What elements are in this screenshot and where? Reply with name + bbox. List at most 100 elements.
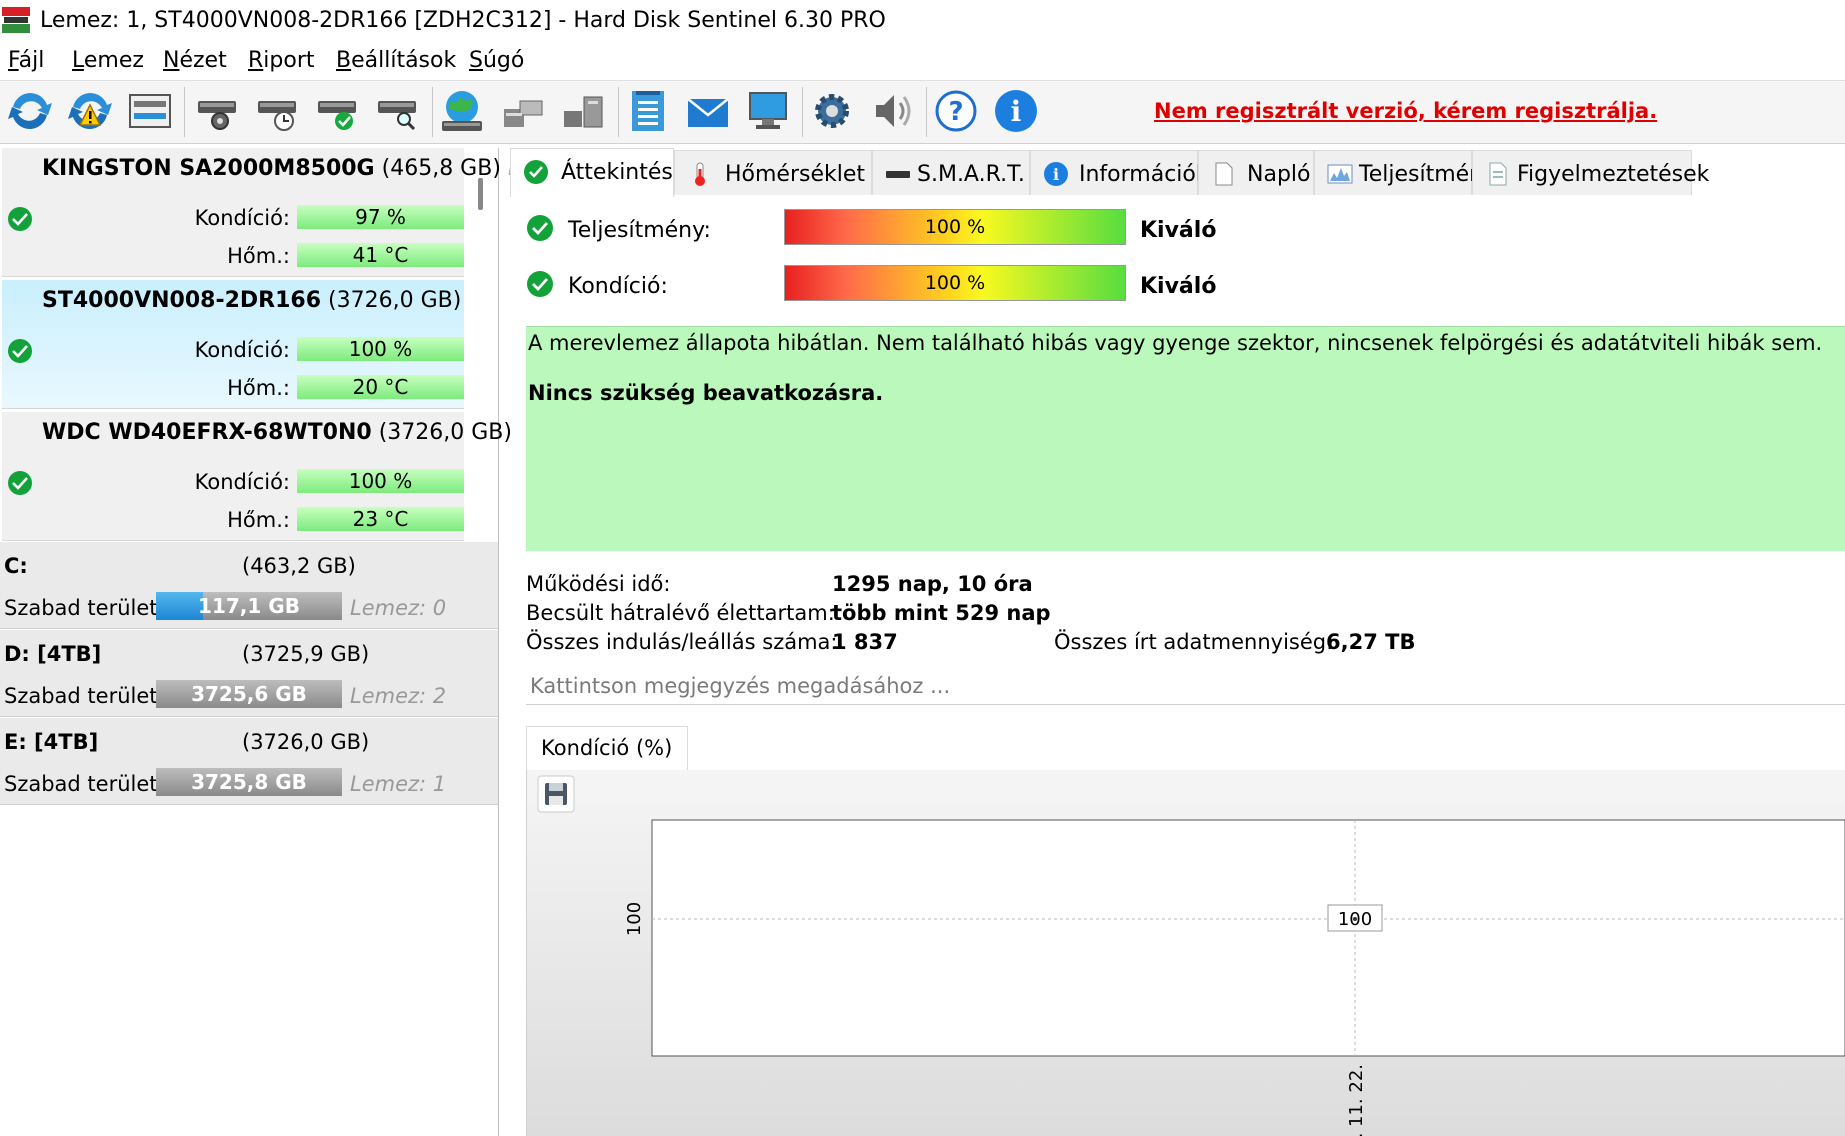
drive-icon bbox=[886, 171, 910, 178]
disk-size: (465,8 GB) bbox=[381, 156, 501, 181]
plot-area bbox=[651, 819, 1845, 1057]
tab-label: Áttekintés bbox=[561, 160, 673, 185]
tab-bar: Áttekintés Hőmérséklet S.M.A.R.T. i Info… bbox=[510, 148, 1845, 197]
menu-file[interactable]: Fájl bbox=[8, 48, 44, 73]
volume-item[interactable]: C: (463,2 GB) Szabad terület 117,1 GB Lemez:… bbox=[0, 542, 498, 629]
volume-size: (463,2 GB) bbox=[242, 554, 356, 578]
help-icon[interactable]: ? bbox=[932, 87, 980, 135]
tab-information[interactable]: i Információk bbox=[1030, 150, 1209, 195]
document-icon bbox=[1215, 162, 1233, 186]
thermometer-icon bbox=[695, 162, 705, 186]
volume-item[interactable]: D: [4TB] (3725,9 GB) Szabad terület 3725,6 … bbox=[0, 630, 498, 717]
volume-disk-index: Lemez: 1 bbox=[350, 772, 447, 796]
temperature-bar: 41 °C bbox=[297, 243, 464, 267]
free-space-fill bbox=[156, 592, 203, 620]
menu-settings[interactable]: Beállítások bbox=[336, 48, 456, 73]
tab-label: Napló bbox=[1247, 162, 1311, 187]
tab-performance[interactable]: Teljesítmény bbox=[1314, 150, 1496, 195]
condition-label: Kondíció: bbox=[568, 274, 668, 299]
volume-size: (3725,9 GB) bbox=[242, 642, 370, 666]
free-space-value: 3725,6 GB bbox=[191, 682, 307, 706]
tab-smart[interactable]: S.M.A.R.T. bbox=[872, 150, 1030, 195]
note-input[interactable]: Kattintson megjegyzés megadásához ... bbox=[526, 670, 1845, 705]
disk-item[interactable]: KINGSTON SA2000M8500G (465,8 GB) L Kondíc… bbox=[2, 148, 520, 277]
info-icon[interactable]: i bbox=[992, 87, 1040, 135]
disk-surface-test-icon[interactable] bbox=[194, 87, 242, 135]
disk-search-icon[interactable] bbox=[374, 87, 422, 135]
menu-disk[interactable]: Lemez bbox=[72, 48, 144, 73]
sound-icon[interactable] bbox=[868, 87, 916, 135]
volume-drive: C: bbox=[4, 554, 28, 578]
disk-check-icon[interactable] bbox=[314, 87, 362, 135]
disk-list-icon[interactable] bbox=[126, 87, 174, 135]
status-text: A merevlemez állapota hibátlan. Nem talá… bbox=[528, 331, 1823, 355]
lifetime-value: több mint 529 nap bbox=[832, 601, 1051, 625]
disk-schedule-icon[interactable] bbox=[254, 87, 302, 135]
condition-value: 97 % bbox=[355, 205, 406, 229]
condition-bar: 100 % bbox=[297, 337, 464, 361]
toolbar: ? i Nem regisztrált verzió, kérem regisz… bbox=[0, 80, 1845, 144]
alerts-document-icon bbox=[1489, 162, 1507, 186]
window-title: Lemez: 1, ST4000VN008-2DR166 [ZDH2C312] … bbox=[40, 8, 886, 33]
disk-item[interactable]: ST4000VN008-2DR166 (3726,0 GB) Kondíció:… bbox=[2, 280, 464, 409]
menu-help[interactable]: Súgó bbox=[469, 48, 524, 73]
free-space-bar: 3725,8 GB bbox=[156, 768, 342, 796]
app-logo-icon bbox=[2, 7, 30, 33]
free-space-value: 3725,8 GB bbox=[191, 770, 307, 794]
startstop-value: 1 837 bbox=[832, 630, 898, 654]
condition-bar: 97 % bbox=[297, 205, 464, 229]
network-drives-icon[interactable] bbox=[498, 87, 546, 135]
temperature-label: Hőm.: bbox=[227, 508, 290, 532]
free-space-bar: 3725,6 GB bbox=[156, 680, 342, 708]
settings-gear-icon[interactable] bbox=[808, 87, 856, 135]
disk-model: WDC WD40EFRX-68WT0N0 bbox=[42, 420, 372, 445]
disk-name: KINGSTON SA2000M8500G (465,8 GB) L bbox=[42, 156, 520, 181]
free-space-value: 117,1 GB bbox=[198, 594, 300, 618]
volume-item[interactable]: E: [4TB] (3726,0 GB) Szabad terület 3725,8 … bbox=[0, 718, 498, 805]
svg-text:i: i bbox=[1053, 165, 1059, 184]
volume-disk-index: Lemez: 0 bbox=[350, 596, 447, 620]
written-value: 6,27 TB bbox=[1326, 630, 1416, 654]
refresh-all-warning-icon[interactable] bbox=[66, 87, 114, 135]
tab-alerts[interactable]: Figyelmeztetések bbox=[1472, 150, 1709, 195]
check-icon bbox=[8, 339, 32, 363]
lifetime-label: Becsült hátralévő élettartam: bbox=[526, 601, 835, 625]
disk-size: (3726,0 GB) bbox=[328, 288, 462, 313]
refresh-icon[interactable] bbox=[6, 87, 54, 135]
performance-ok-icon bbox=[527, 215, 553, 241]
tab-label: Figyelmeztetések bbox=[1517, 162, 1710, 187]
tab-log[interactable]: Napló bbox=[1198, 150, 1314, 195]
uptime-value: 1295 nap, 10 óra bbox=[832, 572, 1033, 596]
network-globe-icon[interactable] bbox=[438, 87, 486, 135]
performance-label: Teljesítmény: bbox=[568, 218, 711, 243]
condition-value: 100 % bbox=[348, 337, 413, 361]
scrollbar-thumb[interactable] bbox=[478, 178, 483, 210]
performance-value: 100 % bbox=[924, 216, 986, 238]
startstop-label: Összes indulás/leállás száma: bbox=[526, 630, 838, 654]
report-icon[interactable] bbox=[624, 87, 672, 135]
volume-disk-index: Lemez: 2 bbox=[350, 684, 447, 708]
chart-tab-label: Kondíció (%) bbox=[541, 736, 673, 760]
monitor-icon[interactable] bbox=[744, 87, 792, 135]
temperature-value: 41 °C bbox=[352, 243, 409, 267]
external-drives-icon[interactable] bbox=[558, 87, 606, 135]
menu-view[interactable]: Nézet bbox=[163, 48, 227, 73]
condition-rating: Kiváló bbox=[1140, 274, 1217, 299]
menu-report[interactable]: Riport bbox=[248, 48, 315, 73]
toolbar-separator bbox=[432, 87, 433, 137]
tab-temperature[interactable]: Hőmérséklet bbox=[674, 150, 872, 195]
condition-chart: 100 100…5. 11. 22. bbox=[624, 819, 1845, 1136]
temperature-value: 23 °C bbox=[352, 507, 409, 531]
unregistered-notice-link[interactable]: Nem regisztrált verzió, kérem regisztrál… bbox=[1154, 99, 1657, 123]
condition-label: Kondíció: bbox=[194, 338, 290, 362]
chart-tab-condition[interactable]: Kondíció (%) bbox=[526, 726, 688, 771]
disk-item[interactable]: WDC WD40EFRX-68WT0N0 (3726,0 GB) Kondíci… bbox=[2, 412, 512, 541]
disk-size: (3726,0 GB) bbox=[378, 420, 512, 445]
tab-overview[interactable]: Áttekintés bbox=[510, 148, 674, 197]
email-icon[interactable] bbox=[684, 87, 732, 135]
free-space-bar: 117,1 GB bbox=[156, 592, 342, 620]
performance-bar: 100 % bbox=[784, 209, 1126, 245]
volume-drive: D: [4TB] bbox=[4, 642, 102, 666]
y-tick-label: 100 bbox=[624, 902, 645, 936]
performance-rating: Kiváló bbox=[1140, 218, 1217, 243]
